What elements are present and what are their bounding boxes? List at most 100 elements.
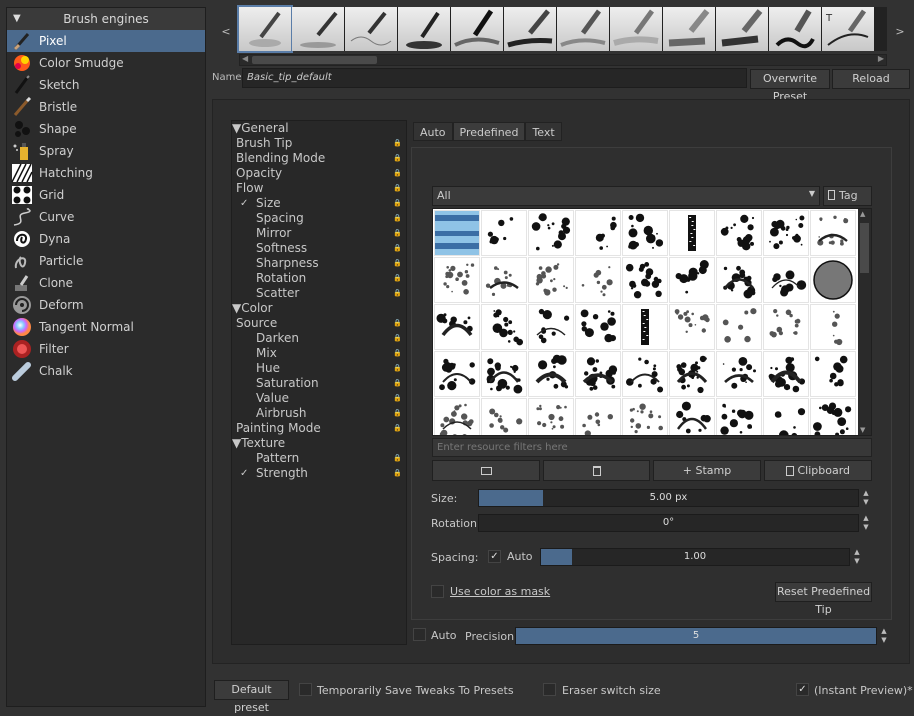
stamp-button[interactable]: + Stamp — [653, 460, 761, 481]
brush-tip-cell[interactable] — [575, 210, 621, 256]
tag-filter-combo[interactable]: All ▼ — [432, 186, 820, 206]
brush-tip-cell[interactable] — [669, 351, 715, 397]
resource-filter-input[interactable]: Enter resource filters here — [432, 438, 872, 457]
reload-button[interactable]: Reload — [832, 69, 910, 89]
brush-tip-cell[interactable] — [575, 257, 621, 303]
spacing-spin-buttons[interactable]: ▲ ▼ — [851, 548, 863, 566]
lock-icon[interactable]: 🔒 — [393, 331, 402, 346]
lock-icon[interactable]: 🔒 — [393, 256, 402, 271]
preset-next-arrow[interactable]: > — [890, 7, 910, 57]
brush-tip-cell[interactable] — [481, 398, 527, 435]
brush-tip-cell[interactable] — [810, 398, 856, 435]
brush-tip-cell[interactable] — [434, 398, 480, 435]
scroll-right-icon[interactable]: ▶ — [878, 54, 884, 63]
engine-item-color-smudge[interactable]: Color Smudge — [7, 52, 205, 74]
precision-auto-checkbox[interactable] — [413, 628, 426, 641]
lock-icon[interactable]: 🔒 — [393, 151, 402, 166]
eraser-switch-checkbox[interactable] — [543, 683, 556, 696]
lock-icon[interactable]: 🔒 — [393, 196, 402, 211]
brush-tip-cell[interactable] — [763, 304, 809, 350]
scroll-up-icon[interactable]: ▲ — [860, 210, 865, 218]
option-size[interactable]: ✓ Size 🔒 — [232, 196, 406, 211]
rotation-slider[interactable]: 0° — [478, 514, 859, 532]
tab-auto[interactable]: Auto — [413, 122, 453, 141]
collapse-triangle-icon[interactable]: ▼ — [232, 121, 241, 135]
tip-grid-scroll-thumb[interactable] — [860, 223, 869, 273]
collapse-triangle-icon[interactable]: ▼ — [13, 8, 21, 30]
engine-item-curve[interactable]: Curve — [7, 206, 205, 228]
option-section-texture[interactable]: ▼Texture — [232, 436, 406, 451]
brush-tip-cell[interactable] — [528, 351, 574, 397]
spacing-slider[interactable]: 1.00 — [540, 548, 850, 566]
engine-item-bristle[interactable]: Bristle — [7, 96, 205, 118]
option-scatter[interactable]: Scatter 🔒 — [232, 286, 406, 301]
preset-scrollbar[interactable]: ◀ ▶ — [239, 54, 887, 66]
brush-tip-cell[interactable] — [669, 257, 715, 303]
checkmark-icon[interactable]: ✓ — [240, 196, 248, 211]
option-hue[interactable]: Hue 🔒 — [232, 361, 406, 376]
preset-thumbnail[interactable] — [451, 7, 503, 51]
lock-icon[interactable]: 🔒 — [393, 241, 402, 256]
overwrite-preset-button[interactable]: Overwrite Preset — [750, 69, 830, 103]
brush-tip-cell[interactable] — [810, 210, 856, 256]
brush-tip-cell[interactable] — [716, 304, 762, 350]
brush-tip-cell[interactable] — [763, 398, 809, 435]
size-spin-buttons[interactable]: ▲ ▼ — [860, 489, 872, 507]
delete-tip-button[interactable] — [543, 460, 650, 481]
tab-predefined[interactable]: Predefined — [452, 122, 526, 141]
brush-tip-cell[interactable] — [669, 398, 715, 435]
preset-thumbnail[interactable] — [345, 7, 397, 51]
brush-tip-cell[interactable] — [763, 257, 809, 303]
tag-button[interactable]: Tag — [823, 186, 872, 206]
engine-item-hatching[interactable]: Hatching — [7, 162, 205, 184]
lock-icon[interactable]: 🔒 — [393, 226, 402, 241]
option-sharpness[interactable]: Sharpness 🔒 — [232, 256, 406, 271]
option-darken[interactable]: Darken 🔒 — [232, 331, 406, 346]
preset-thumbnail[interactable] — [610, 7, 662, 51]
brush-tip-cell[interactable] — [810, 304, 856, 350]
preset-thumbnail[interactable] — [237, 5, 293, 53]
option-painting-mode[interactable]: Painting Mode 🔒 — [232, 421, 406, 436]
brush-tip-cell[interactable] — [810, 257, 856, 303]
brush-tip-cell[interactable] — [575, 398, 621, 435]
scroll-left-icon[interactable]: ◀ — [242, 54, 248, 63]
lock-icon[interactable]: 🔒 — [393, 376, 402, 391]
option-strength[interactable]: ✓ Strength 🔒 — [232, 466, 406, 481]
use-color-mask-checkbox[interactable] — [431, 585, 444, 598]
brush-tip-cell[interactable] — [716, 257, 762, 303]
clipboard-button[interactable]: Clipboard — [764, 460, 872, 481]
lock-icon[interactable]: 🔒 — [393, 466, 402, 481]
tab-text[interactable]: Text — [525, 122, 562, 141]
engine-item-grid[interactable]: Grid — [7, 184, 205, 206]
preset-thumbnail[interactable] — [769, 7, 821, 51]
lock-icon[interactable]: 🔒 — [393, 451, 402, 466]
preset-thumbnail[interactable] — [716, 7, 768, 51]
engine-item-dyna[interactable]: Dyna — [7, 228, 205, 250]
engine-item-chalk[interactable]: Chalk — [7, 360, 205, 382]
brush-tip-cell[interactable] — [622, 210, 668, 256]
option-rotation[interactable]: Rotation 🔒 — [232, 271, 406, 286]
brush-tip-cell[interactable] — [622, 398, 668, 435]
brush-tip-cell[interactable] — [669, 304, 715, 350]
checkmark-icon[interactable]: ✓ — [240, 466, 248, 481]
lock-icon[interactable]: 🔒 — [393, 136, 402, 151]
size-slider[interactable]: 5.00 px — [478, 489, 859, 507]
option-mirror[interactable]: Mirror 🔒 — [232, 226, 406, 241]
import-folder-button[interactable] — [432, 460, 540, 481]
brush-tip-cell[interactable] — [575, 304, 621, 350]
brush-tip-cell[interactable] — [481, 257, 527, 303]
lock-icon[interactable]: 🔒 — [393, 286, 402, 301]
option-source[interactable]: Source 🔒 — [232, 316, 406, 331]
brush-tip-cell[interactable] — [528, 257, 574, 303]
preset-name-field[interactable]: Basic_tip_default — [242, 68, 747, 88]
lock-icon[interactable]: 🔒 — [393, 361, 402, 376]
preset-prev-arrow[interactable]: < — [216, 7, 236, 57]
precision-slider[interactable]: 5 — [515, 627, 877, 645]
option-saturation[interactable]: Saturation 🔒 — [232, 376, 406, 391]
lock-icon[interactable]: 🔒 — [393, 211, 402, 226]
reset-predefined-tip-button[interactable]: Reset Predefined Tip — [775, 582, 872, 616]
brush-engines-header[interactable]: ▼ Brush engines — [7, 8, 205, 30]
brush-tip-cell[interactable] — [434, 210, 480, 256]
brush-tip-cell[interactable] — [528, 304, 574, 350]
brush-tip-cell[interactable] — [481, 351, 527, 397]
